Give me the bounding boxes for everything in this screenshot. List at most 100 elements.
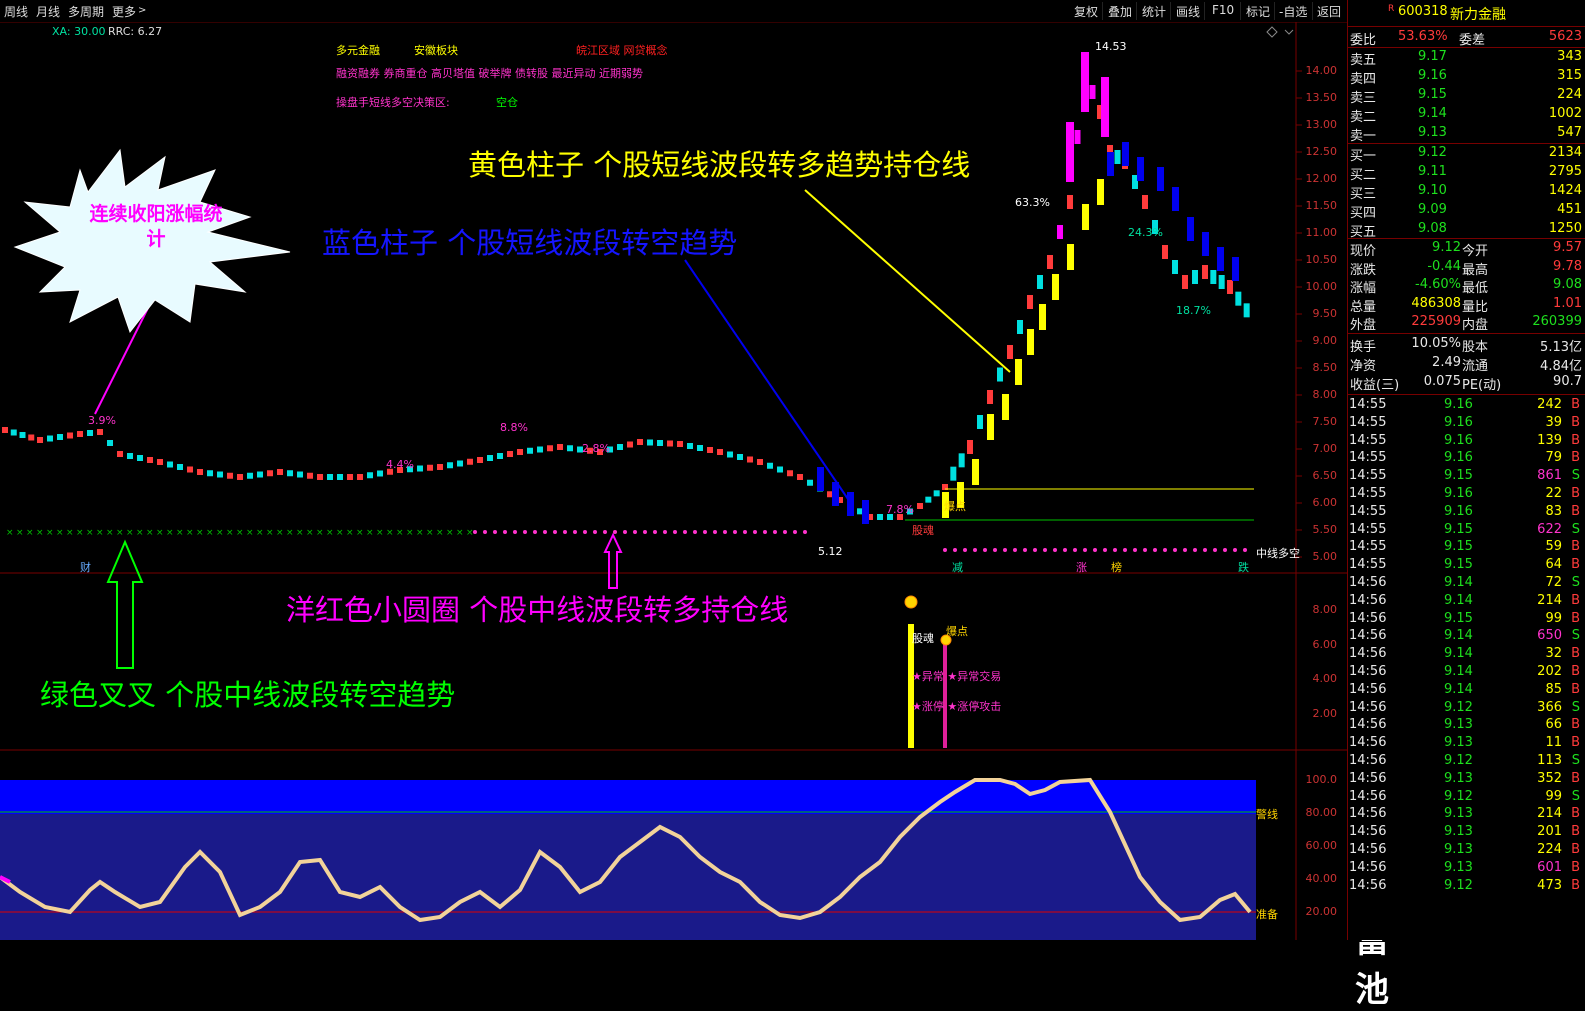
fundamental-row: 净资 2.49 流通 4.84亿 <box>1350 355 1582 374</box>
toolbar-overlay[interactable]: 叠加 <box>1108 3 1132 20</box>
svg-text:×: × <box>226 528 234 538</box>
tick-row: 14:56 9.15 99 B <box>1349 610 1580 626</box>
toolbar-restore-rights[interactable]: 复权 <box>1074 3 1098 20</box>
svg-text:×: × <box>46 528 54 538</box>
divider <box>1170 2 1171 20</box>
r-badge: R <box>1388 4 1395 14</box>
svg-text:×: × <box>246 528 254 538</box>
diamond-icon <box>1266 26 1278 38</box>
divider <box>1102 2 1103 20</box>
fundamental-row: 换手 10.05% 股本 5.13亿 <box>1350 336 1582 355</box>
tick-row: 14:55 9.15 59 B <box>1349 539 1580 555</box>
tick-row: 14:56 9.12 113 S <box>1349 753 1580 768</box>
chart-toolbar: 周线 月线 多周期 更多 > 复权 叠加 统计 画线 F10 标记 -自选 返回 <box>0 0 1347 23</box>
tick-row: 14:56 9.14 85 B <box>1349 681 1580 697</box>
svg-text:×: × <box>266 528 274 538</box>
divider <box>1136 2 1137 20</box>
svg-text:×: × <box>196 528 204 538</box>
svg-text:×: × <box>56 528 64 538</box>
svg-text:×: × <box>446 528 454 538</box>
toolbar-stats[interactable]: 统计 <box>1142 3 1166 20</box>
toolbar-back[interactable]: 返回 <box>1317 3 1341 20</box>
tick-row: 14:56 9.14 72 S <box>1349 575 1580 590</box>
svg-text:×: × <box>6 528 14 538</box>
sell-level-row: 卖四 9.16 315 <box>1350 68 1582 87</box>
tick-row: 14:56 9.13 352 B <box>1349 770 1580 786</box>
divider <box>1240 2 1241 20</box>
weibi-row: 委比 53.63% 委差 5623 <box>1350 29 1582 48</box>
tick-row: 14:55 9.16 39 B <box>1349 414 1580 430</box>
svg-text:×: × <box>336 528 344 538</box>
stock-code: 600318 <box>1398 4 1448 19</box>
quote-stat-row: 涨跌 -0.44 最高 9.78 <box>1350 258 1582 278</box>
buy-level-row: 买四 9.09 451 <box>1350 202 1582 221</box>
svg-text:×: × <box>346 528 354 538</box>
toolbar-f10[interactable]: F10 <box>1212 3 1234 17</box>
svg-text:×: × <box>286 528 294 538</box>
svg-text:×: × <box>216 528 224 538</box>
divider <box>1274 2 1275 20</box>
toolbar-weekly[interactable]: 周线 <box>4 3 28 20</box>
divider <box>1204 2 1205 20</box>
divider <box>1312 2 1313 20</box>
svg-text:×: × <box>136 528 144 538</box>
svg-text:×: × <box>466 528 474 538</box>
toolbar-mark[interactable]: 标记 <box>1246 3 1270 20</box>
tick-row: 14:56 9.13 214 B <box>1349 806 1580 822</box>
kline-chart[interactable]: × × × × × × × × × × × × × × × × × × × × × × × × × × × × × × × × × × × × × × × ×… <box>0 22 1347 940</box>
tick-row: 14:56 9.13 601 B <box>1349 859 1580 875</box>
buy-level-row: 买三 9.10 1424 <box>1350 183 1582 202</box>
svg-text:×: × <box>206 528 214 538</box>
tick-row: 14:56 9.13 224 B <box>1349 842 1580 857</box>
svg-text:×: × <box>416 528 424 538</box>
svg-text:×: × <box>426 528 434 538</box>
svg-text:×: × <box>96 528 104 538</box>
svg-text:×: × <box>36 528 44 538</box>
toolbar-self-select[interactable]: -自选 <box>1279 3 1307 20</box>
svg-text:×: × <box>146 528 154 538</box>
svg-text:×: × <box>66 528 74 538</box>
tick-row: 14:55 9.16 139 B <box>1349 432 1580 448</box>
sell-level-row: 卖一 9.13 547 <box>1350 125 1582 144</box>
tick-row: 14:56 9.12 366 S <box>1349 699 1580 715</box>
svg-text:×: × <box>366 528 374 538</box>
fundamental-row: 收益(三) 0.075 PE(动) 90.7 <box>1350 374 1582 393</box>
svg-text:×: × <box>76 528 84 538</box>
tick-row: 14:56 9.12 473 B <box>1349 877 1580 893</box>
sell-level-row: 卖三 9.15 224 <box>1350 87 1582 106</box>
svg-text:×: × <box>166 528 174 538</box>
sell-level-row: 卖二 9.14 1002 <box>1350 106 1582 125</box>
tick-row: 14:56 9.12 99 S <box>1349 788 1580 804</box>
tick-row: 14:55 9.15 622 S <box>1349 521 1580 537</box>
svg-text:×: × <box>386 528 394 538</box>
svg-text:×: × <box>236 528 244 538</box>
toolbar-monthly[interactable]: 月线 <box>36 3 60 20</box>
svg-text:×: × <box>356 528 364 538</box>
tick-row: 14:56 9.13 201 B <box>1349 824 1580 840</box>
tick-row: 14:56 9.14 202 B <box>1349 664 1580 679</box>
toolbar-multi-period[interactable]: 多周期 <box>68 3 104 20</box>
svg-text:×: × <box>106 528 114 538</box>
quote-stat-row: 现价 9.12 今开 9.57 <box>1350 240 1582 259</box>
svg-text:×: × <box>86 528 94 538</box>
buy-level-row: 买五 9.08 1250 <box>1350 221 1582 240</box>
chevron-right-icon: > <box>138 5 147 16</box>
quote-panel: R 600318 新力金融 委比 53.63% 委差 5623 卖五 9.17 34… <box>1347 0 1585 940</box>
tick-row: 14:56 9.14 214 B <box>1349 592 1580 608</box>
stock-name: 新力金融 <box>1450 7 1506 23</box>
tick-row: 14:55 9.16 22 B <box>1349 486 1580 501</box>
svg-text:×: × <box>16 528 24 538</box>
quote-stat-row: 外盘 225909 内盘 260399 <box>1350 314 1582 333</box>
toolbar-more[interactable]: 更多 <box>112 3 136 20</box>
tick-row: 14:56 9.13 11 B <box>1349 735 1580 751</box>
tick-row: 14:56 9.13 66 B <box>1349 717 1580 733</box>
svg-text:×: × <box>276 528 284 538</box>
svg-text:×: × <box>306 528 314 538</box>
tick-row: 14:55 9.15 64 B <box>1349 557 1580 573</box>
sell-level-row: 卖五 9.17 343 <box>1350 49 1582 68</box>
svg-text:×: × <box>316 528 324 538</box>
tick-row: 14:56 9.14 32 B <box>1349 646 1580 662</box>
buy-level-row: 买一 9.12 2134 <box>1350 145 1582 164</box>
toolbar-draw[interactable]: 画线 <box>1176 3 1200 20</box>
buy-level-row: 买二 9.11 2795 <box>1350 164 1582 183</box>
